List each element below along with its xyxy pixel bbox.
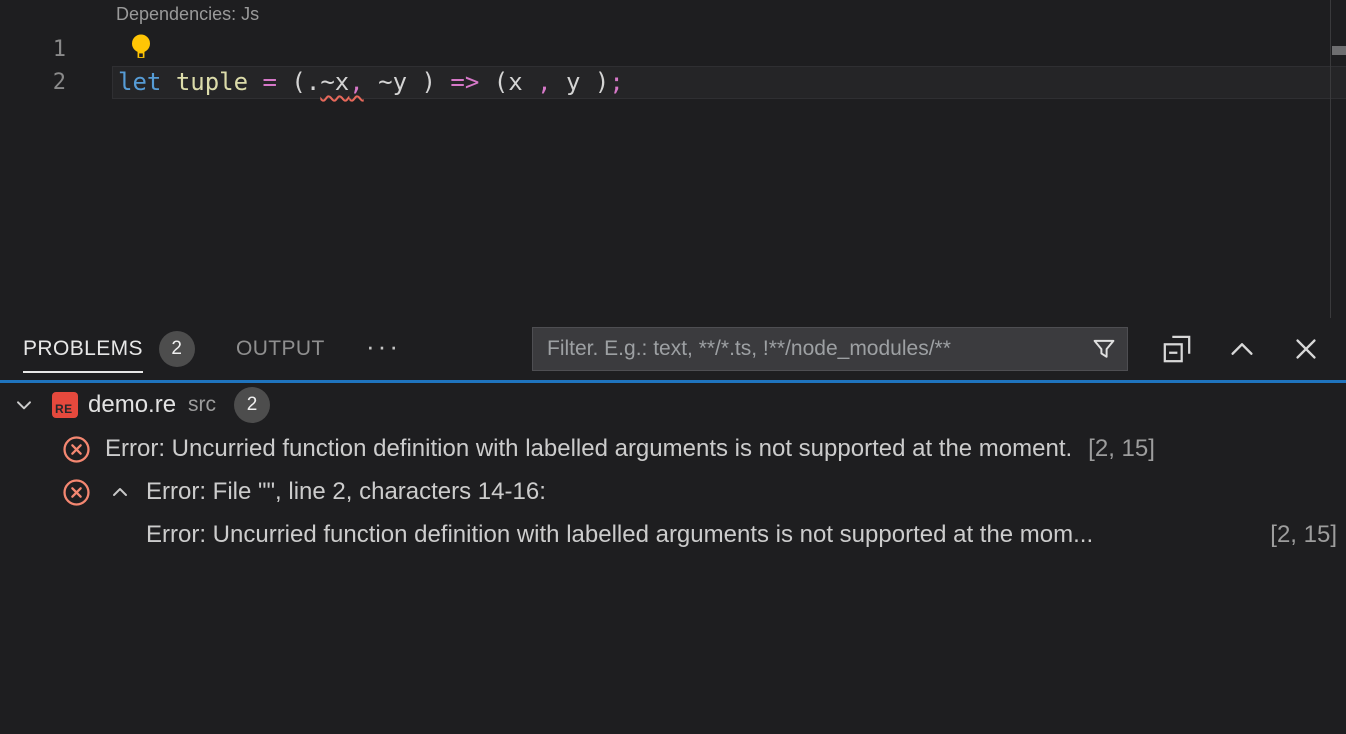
error-message: Error: File "", line 2, characters 14-16…	[146, 478, 546, 506]
problems-tree: RE demo.re src 2 Error: Uncurried functi…	[0, 383, 1346, 734]
overview-ruler-marker	[1332, 46, 1346, 55]
bottom-panel: PROBLEMS 2 OUTPUT ···	[0, 318, 1346, 734]
problem-file-row[interactable]: RE demo.re src 2	[0, 383, 1346, 427]
problems-filter-box	[532, 327, 1128, 371]
error-icon	[62, 478, 91, 507]
chevron-down-icon[interactable]	[12, 393, 36, 417]
problem-error-row-1[interactable]: Error: Uncurried function definition wit…	[0, 427, 1346, 471]
minimap-border	[1330, 0, 1331, 318]
tab-problems[interactable]: PROBLEMS 2	[23, 318, 195, 380]
tab-problems-label: PROBLEMS	[23, 337, 143, 361]
problem-error-row-2[interactable]: Error: File "", line 2, characters 14-16…	[0, 470, 1346, 514]
file-directory: src	[188, 393, 216, 417]
close-panel-icon[interactable]	[1291, 334, 1321, 364]
line-number-2[interactable]: 2	[0, 66, 66, 99]
error-position: [2, 15]	[1088, 435, 1155, 463]
vscode-window: Dependencies: Js 1 2 let tuple = (.~x, ~…	[0, 0, 1346, 734]
maximize-panel-icon[interactable]	[1227, 334, 1257, 364]
file-error-count-badge: 2	[234, 387, 270, 423]
problems-filter-input[interactable]	[545, 336, 1083, 362]
error-position: [2, 15]	[1270, 521, 1337, 549]
editor-surface[interactable]: Dependencies: Js 1 2 let tuple = (.~x, ~…	[0, 0, 1346, 318]
code-line[interactable]: let tuple = (.~x, ~y ) => (x , y );	[118, 66, 624, 99]
chevron-up-icon[interactable]	[108, 480, 132, 504]
error-icon	[62, 435, 91, 464]
error-message-continuation: Error: Uncurried function definition wit…	[146, 521, 1093, 549]
file-name: demo.re	[88, 391, 176, 419]
more-views-button[interactable]: ···	[366, 318, 401, 374]
reason-file-icon: RE	[52, 392, 78, 418]
error-squiggle: ~x,	[320, 68, 363, 96]
problems-count-badge: 2	[159, 331, 195, 367]
problem-error-row-3[interactable]: Error: Uncurried function definition wit…	[0, 513, 1346, 557]
filter-icon[interactable]	[1091, 336, 1117, 362]
error-message: Error: Uncurried function definition wit…	[105, 435, 1072, 463]
tab-output[interactable]: OUTPUT	[236, 318, 325, 380]
collapse-all-icon[interactable]	[1162, 334, 1192, 364]
line-number-1[interactable]: 1	[0, 33, 66, 66]
panel-header: PROBLEMS 2 OUTPUT ···	[0, 318, 1346, 383]
tab-output-label: OUTPUT	[236, 337, 325, 361]
codelens-dependencies[interactable]: Dependencies: Js	[116, 4, 259, 25]
lightbulb-icon[interactable]	[129, 33, 153, 60]
